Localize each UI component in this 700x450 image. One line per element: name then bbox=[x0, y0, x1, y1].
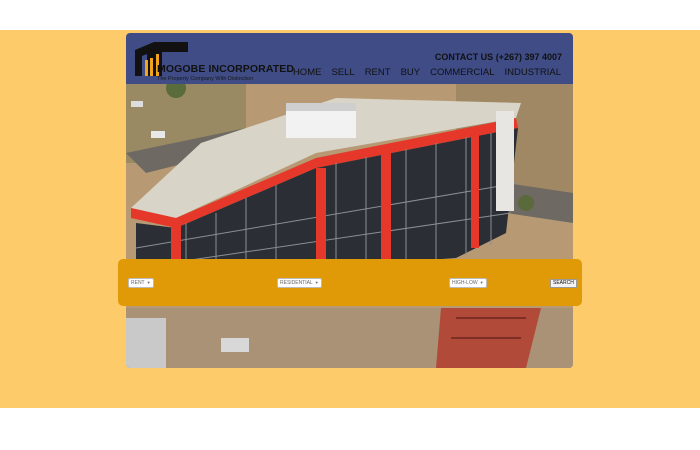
sort-order-value: HIGH-LOW bbox=[452, 280, 478, 286]
listing-type-value: RENT bbox=[131, 280, 145, 286]
nav-item-commercial[interactable]: COMMERCIAL bbox=[430, 67, 494, 78]
nav-item-rent[interactable]: RENT bbox=[365, 67, 391, 78]
chevron-down-icon: ▼ bbox=[314, 280, 319, 285]
search-button[interactable]: SEARCH bbox=[550, 279, 577, 288]
main-nav: HOME SELL RENT BUY COMMERCIAL INDUSTRIAL bbox=[293, 67, 561, 78]
brand-name[interactable]: MOGOBE INCORPORATED bbox=[157, 63, 294, 75]
property-type-select[interactable]: RESIDENTIAL ▼ bbox=[277, 278, 322, 288]
nav-item-sell[interactable]: SELL bbox=[331, 67, 354, 78]
contact-phone[interactable]: CONTACT US (+267) 397 4007 bbox=[435, 52, 562, 62]
brand-tagline: The Property Company With Distinction bbox=[157, 76, 254, 82]
chevron-down-icon: ▼ bbox=[479, 280, 484, 285]
property-search-bar: RENT ▼ RESIDENTIAL ▼ HIGH-LOW ▼ SEARCH bbox=[118, 259, 582, 306]
site-header: MOGOBE INCORPORATED The Property Company… bbox=[126, 33, 573, 84]
sort-order-select[interactable]: HIGH-LOW ▼ bbox=[449, 278, 487, 288]
listing-type-select[interactable]: RENT ▼ bbox=[128, 278, 154, 288]
chevron-down-icon: ▼ bbox=[146, 280, 151, 285]
nav-item-home[interactable]: HOME bbox=[293, 67, 322, 78]
nav-item-buy[interactable]: BUY bbox=[401, 67, 421, 78]
nav-item-industrial[interactable]: INDUSTRIAL bbox=[505, 67, 561, 78]
property-type-value: RESIDENTIAL bbox=[280, 280, 313, 286]
hero-banner: MOGOBE INCORPORATED The Property Company… bbox=[126, 33, 573, 368]
